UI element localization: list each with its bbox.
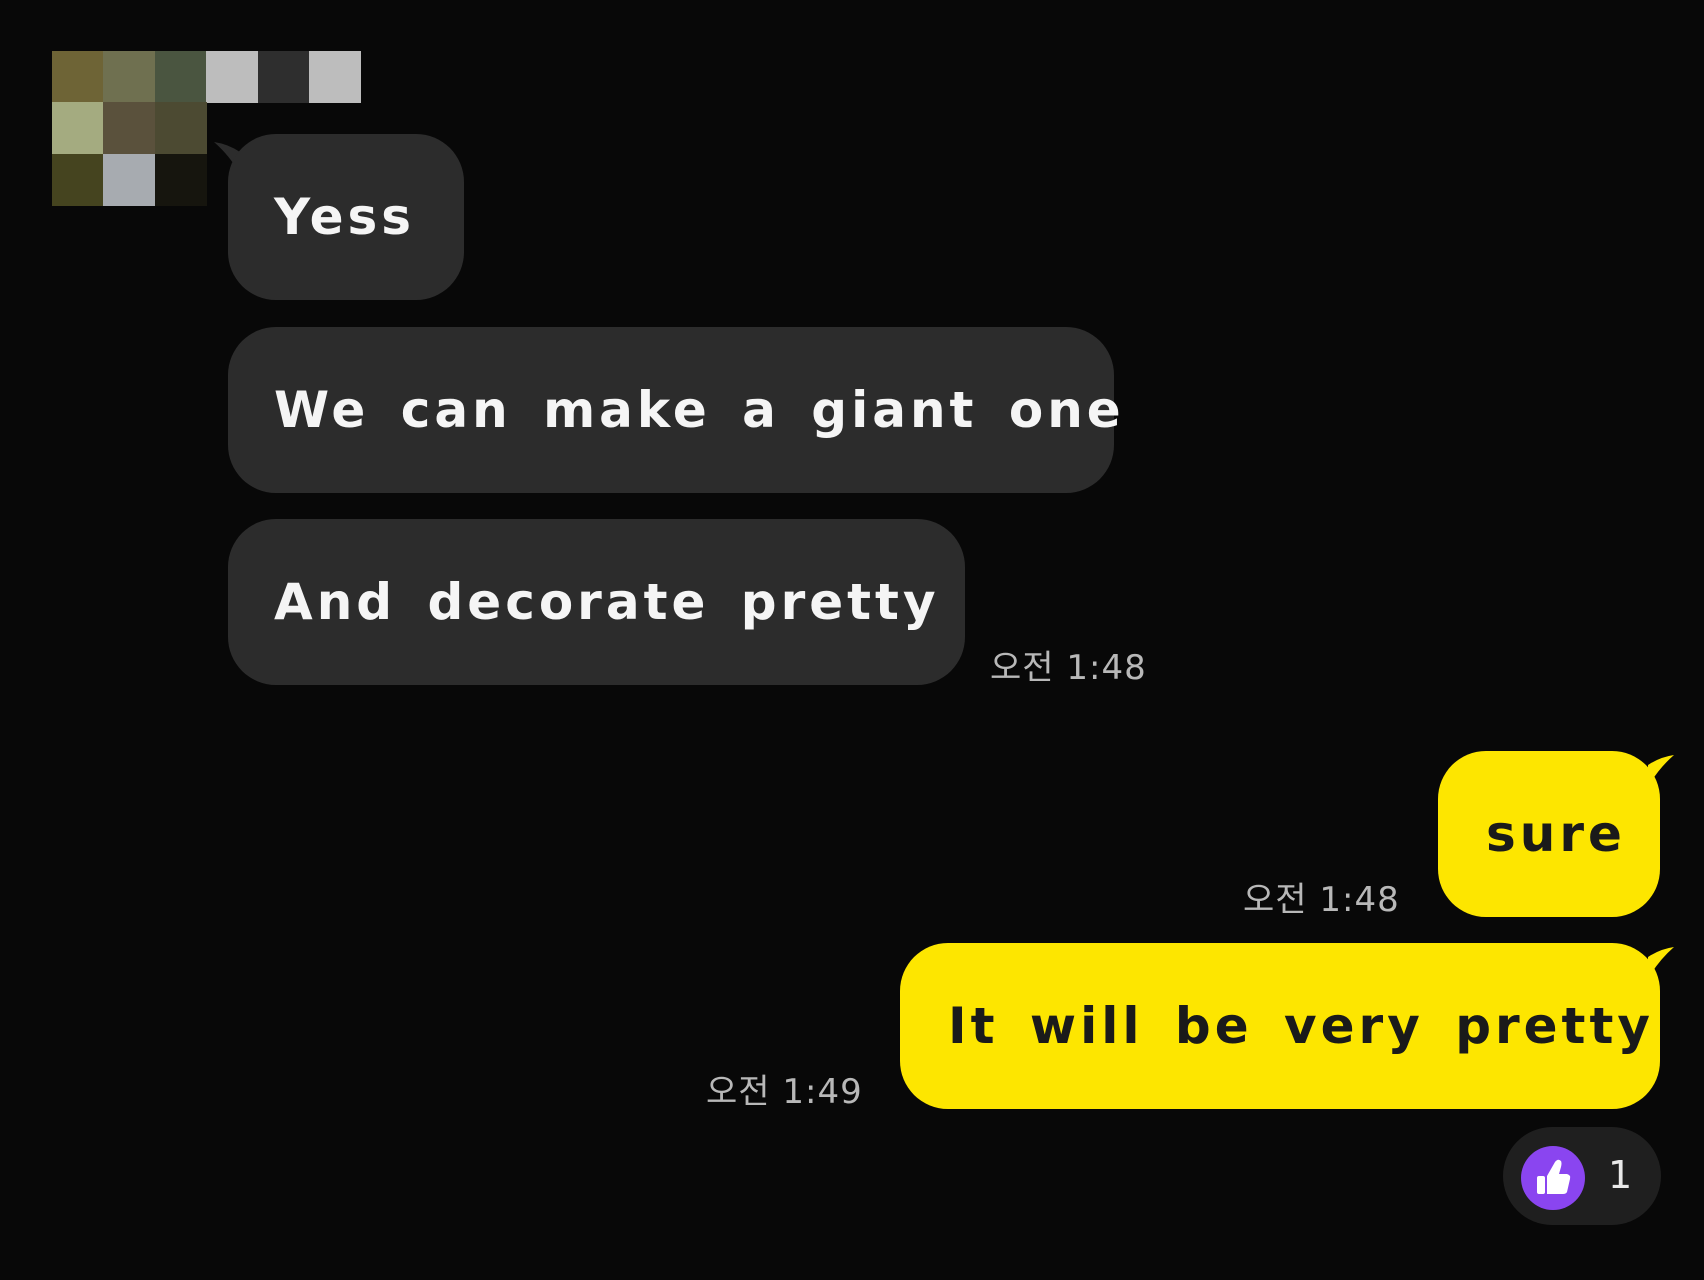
avatar-pixel bbox=[103, 102, 155, 154]
outgoing-message-bubble[interactable]: It will be very pretty bbox=[900, 943, 1660, 1109]
outgoing-bubble-tail bbox=[1648, 755, 1674, 787]
avatar-pixel bbox=[52, 154, 104, 206]
message-text: sure bbox=[1486, 805, 1626, 863]
message-text: It will be very pretty bbox=[948, 997, 1654, 1055]
outgoing-message-bubble[interactable]: sure bbox=[1438, 751, 1660, 917]
avatar-pixel bbox=[206, 51, 258, 103]
message-timestamp: 오전 1:49 bbox=[706, 1072, 863, 1112]
message-timestamp: 오전 1:48 bbox=[990, 648, 1147, 688]
incoming-message-bubble[interactable]: And decorate pretty bbox=[228, 519, 965, 685]
reaction-count: 1 bbox=[1608, 1153, 1633, 1197]
message-text: Yess bbox=[274, 188, 416, 246]
avatar-pixel bbox=[52, 51, 104, 103]
avatar-pixel bbox=[155, 102, 207, 154]
avatar-pixel bbox=[103, 51, 155, 103]
thumbs-up-glyph bbox=[1537, 1159, 1571, 1194]
thumbs-up-icon bbox=[1521, 1146, 1585, 1210]
message-text: We can make a giant one bbox=[274, 381, 1125, 439]
reaction-badge[interactable]: 1 bbox=[1503, 1127, 1661, 1225]
avatar-pixel bbox=[155, 154, 207, 206]
incoming-message-bubble[interactable]: We can make a giant one bbox=[228, 327, 1121, 493]
avatar-pixel bbox=[258, 51, 310, 103]
avatar-pixel bbox=[309, 51, 361, 103]
incoming-message-bubble[interactable]: Yess bbox=[228, 134, 464, 300]
outgoing-bubble-tail bbox=[1648, 947, 1674, 979]
message-text: And decorate pretty bbox=[274, 573, 940, 631]
avatar-pixel bbox=[155, 51, 207, 103]
avatar-pixel bbox=[103, 154, 155, 206]
message-timestamp: 오전 1:48 bbox=[1243, 880, 1400, 920]
avatar-pixel bbox=[52, 102, 104, 154]
